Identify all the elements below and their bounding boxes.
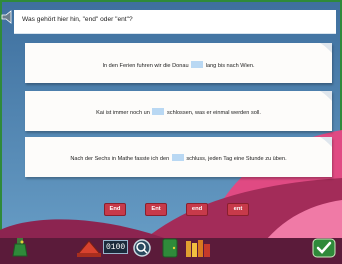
sentence-before: In den Ferien fuhren wir die Donau bbox=[102, 63, 189, 69]
answer-button-Ent[interactable]: Ent bbox=[145, 203, 167, 216]
red-hat-icon[interactable] bbox=[76, 238, 102, 258]
books-icon[interactable] bbox=[184, 238, 214, 258]
sentence-before: Nach der Sechs in Mathe fasste ich den bbox=[70, 156, 170, 162]
exercise-window: Was gehört hier hin, "end" oder "ent"? I… bbox=[0, 0, 342, 264]
checkmark-icon[interactable] bbox=[312, 238, 336, 258]
magnifier-icon[interactable] bbox=[131, 238, 153, 258]
answer-button-End[interactable]: End bbox=[104, 203, 126, 216]
answer-button-ent[interactable]: ent bbox=[227, 203, 249, 216]
potion-bottle-icon[interactable] bbox=[10, 236, 30, 258]
answer-gap[interactable] bbox=[152, 108, 165, 115]
sentence-card: Kai ist immer noch un schlossen, was er … bbox=[25, 91, 332, 131]
answer-button-end[interactable]: end bbox=[186, 203, 208, 216]
page-curl bbox=[320, 91, 332, 101]
sentence-text: Kai ist immer noch un schlossen, was er … bbox=[25, 108, 332, 116]
sentence-text: Nach der Sechs in Mathe fasste ich den s… bbox=[25, 154, 332, 162]
page-curl bbox=[320, 43, 332, 53]
sentence-text: In den Ferien fuhren wir die Donau lang … bbox=[25, 61, 332, 69]
question-text: Was gehört hier hin, "end" oder "ent"? bbox=[22, 16, 133, 23]
sentence-after: lang bis nach Wien. bbox=[205, 63, 255, 69]
answer-gap[interactable] bbox=[171, 154, 184, 161]
counter-value: 0100 bbox=[106, 243, 126, 252]
speaker-icon[interactable] bbox=[0, 9, 16, 25]
background-scenery bbox=[0, 0, 342, 264]
page-curl bbox=[320, 137, 332, 147]
counter-icon: 0100 bbox=[103, 240, 128, 254]
sentence-before: Kai ist immer noch un bbox=[96, 110, 150, 116]
sentence-card: Nach der Sechs in Mathe fasste ich den s… bbox=[25, 137, 332, 177]
exit-door-icon[interactable] bbox=[159, 237, 181, 259]
sentence-card: In den Ferien fuhren wir die Donau lang … bbox=[25, 43, 332, 83]
question-bar: Was gehört hier hin, "end" oder "ent"? bbox=[14, 10, 336, 34]
sentence-after: schluss, jeden Tag eine Stunde zu üben. bbox=[186, 156, 287, 162]
sentence-after: schlossen, was er einmal werden soll. bbox=[167, 110, 261, 116]
answer-gap[interactable] bbox=[191, 61, 204, 68]
